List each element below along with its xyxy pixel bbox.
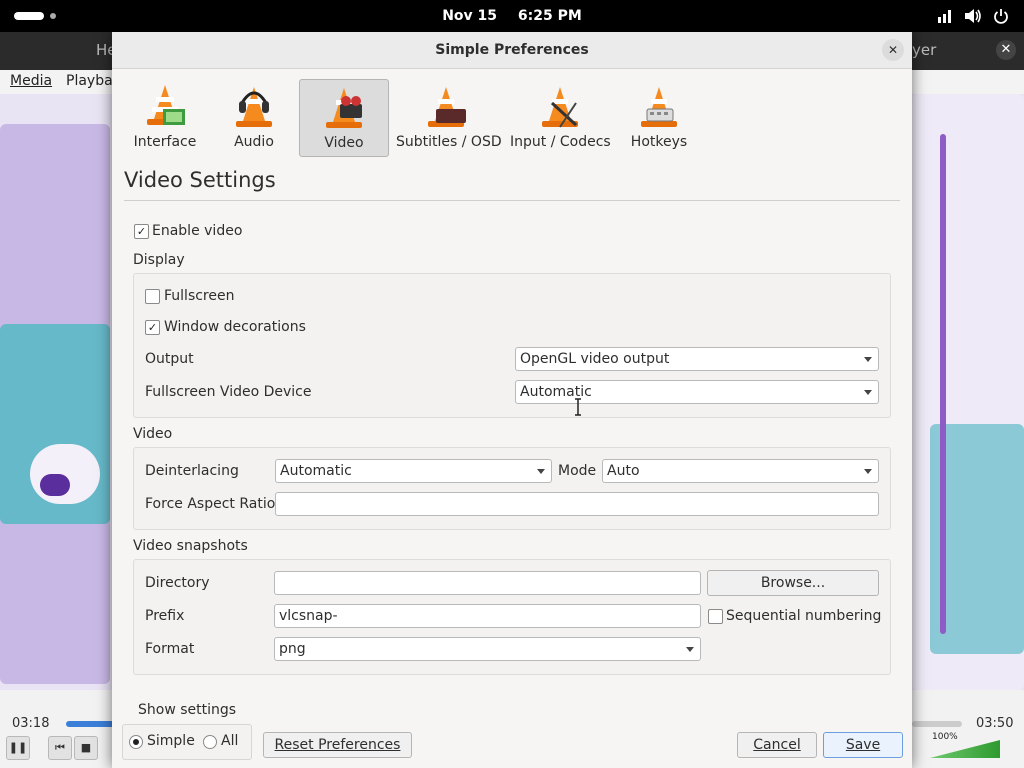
dialog-title: Simple Preferences	[435, 42, 589, 58]
window-decorations-checkbox[interactable]: ✓	[145, 320, 160, 335]
category-audio-label: Audio	[234, 134, 274, 150]
cancel-label: Cancel	[753, 737, 801, 753]
enable-video-checkbox[interactable]: ✓	[134, 224, 149, 239]
input-codecs-cone-icon	[542, 87, 578, 128]
total-time: 03:50	[976, 716, 1014, 731]
category-input-label: Input / Codecs	[510, 134, 611, 150]
video-header: Video	[133, 426, 173, 442]
category-subtitles-osd[interactable]: Subtitles / OSD	[396, 79, 502, 155]
seek-bar-remaining[interactable]	[912, 721, 962, 727]
category-input-codecs[interactable]: Input / Codecs	[510, 79, 611, 155]
deinterlacing-select[interactable]: Automatic	[275, 459, 552, 483]
previous-icon[interactable]: ⏮	[48, 736, 72, 760]
vlc-close-button[interactable]: ✕	[996, 40, 1016, 60]
dialog-header: Simple Preferences ✕	[112, 32, 912, 69]
directory-input[interactable]	[274, 571, 701, 595]
fullscreen-device-label: Fullscreen Video Device	[145, 384, 312, 400]
text-cursor-icon	[575, 398, 581, 416]
deinterlacing-value: Automatic	[280, 463, 352, 479]
mode-select[interactable]: Auto	[602, 459, 879, 483]
snapshots-header: Video snapshots	[133, 538, 248, 554]
all-radio-label: All	[221, 733, 239, 749]
prefix-label: Prefix	[145, 608, 185, 624]
simple-radio[interactable]	[129, 735, 143, 749]
settings-title: Video Settings	[124, 168, 276, 192]
volume-icon	[964, 7, 982, 25]
chevron-down-icon	[864, 469, 872, 474]
category-hotkeys[interactable]: Hotkeys	[624, 79, 694, 155]
browse-button[interactable]: Browse...	[707, 570, 879, 596]
show-settings-group: Simple All	[122, 724, 252, 760]
volume-level: 100%	[932, 732, 958, 742]
show-settings-label: Show settings	[138, 702, 237, 718]
format-select[interactable]: png	[274, 637, 701, 661]
directory-label: Directory	[145, 575, 210, 591]
category-video[interactable]: Video	[299, 79, 389, 157]
fullscreen-device-select[interactable]: Automatic	[515, 380, 879, 404]
simple-radio-label: Simple	[147, 733, 195, 749]
category-audio[interactable]: Audio	[224, 79, 284, 155]
deinterlacing-label: Deinterlacing	[145, 463, 239, 479]
category-interface-label: Interface	[133, 134, 197, 150]
title-separator	[124, 200, 900, 201]
category-hotkeys-label: Hotkeys	[630, 134, 688, 150]
mode-value: Auto	[607, 463, 640, 479]
audio-cone-icon	[236, 87, 272, 127]
interface-cone-icon	[147, 85, 185, 125]
cancel-button[interactable]: Cancel	[737, 732, 817, 758]
mode-label: Mode	[558, 463, 597, 479]
system-top-bar: Nov 15 6:25 PM	[0, 0, 1024, 32]
window-decorations-label: Window decorations	[164, 319, 306, 335]
stop-icon[interactable]: ■	[74, 736, 98, 760]
reset-preferences-button[interactable]: Reset Preferences	[263, 732, 412, 758]
hotkeys-cone-icon	[641, 87, 677, 127]
display-header: Display	[133, 252, 185, 268]
prefix-input[interactable]: vlcsnap-	[274, 604, 701, 628]
category-video-label: Video	[324, 135, 364, 151]
vlc-title-right: yer	[912, 41, 937, 59]
output-select[interactable]: OpenGL video output	[515, 347, 879, 371]
clock-time: 6:25 PM	[517, 8, 582, 24]
chevron-down-icon	[686, 647, 694, 652]
sequential-numbering-label: Sequential numbering	[726, 608, 882, 624]
preferences-dialog: Simple Preferences ✕ Interface Audio Vid…	[112, 32, 912, 768]
output-value: OpenGL video output	[520, 351, 670, 367]
save-button[interactable]: Save	[823, 732, 903, 758]
format-value: png	[279, 641, 306, 657]
seek-bar[interactable]	[66, 721, 116, 727]
power-icon	[992, 7, 1010, 25]
fullscreen-label: Fullscreen	[164, 288, 235, 304]
chevron-down-icon	[537, 469, 545, 474]
clock[interactable]: Nov 15 6:25 PM	[0, 0, 1024, 32]
pause-icon[interactable]: ❚❚	[6, 736, 30, 760]
output-label: Output	[145, 351, 194, 367]
fullscreen-checkbox[interactable]	[145, 289, 160, 304]
chevron-down-icon	[864, 390, 872, 395]
enable-video-label: Enable video	[152, 223, 243, 239]
volume-slider[interactable]	[930, 740, 1000, 758]
clock-date: Nov 15	[442, 8, 498, 24]
dialog-close-icon[interactable]: ✕	[882, 39, 904, 61]
aspect-ratio-label: Force Aspect Ratio	[145, 496, 276, 512]
system-tray[interactable]	[936, 7, 1010, 25]
sequential-numbering-checkbox[interactable]	[708, 609, 723, 624]
category-interface[interactable]: Interface	[132, 79, 198, 155]
reset-preferences-label: Reset Preferences	[274, 737, 401, 753]
video-cone-icon	[326, 88, 362, 128]
elapsed-time: 03:18	[12, 716, 50, 731]
category-subtitles-label: Subtitles / OSD	[396, 134, 502, 150]
all-radio[interactable]	[203, 735, 217, 749]
network-icon	[936, 7, 954, 25]
menu-media[interactable]: Media	[10, 73, 52, 89]
aspect-ratio-input[interactable]	[275, 492, 879, 516]
subtitles-cone-icon	[428, 87, 466, 127]
save-label: Save	[845, 737, 881, 753]
chevron-down-icon	[864, 357, 872, 362]
format-label: Format	[145, 641, 195, 657]
